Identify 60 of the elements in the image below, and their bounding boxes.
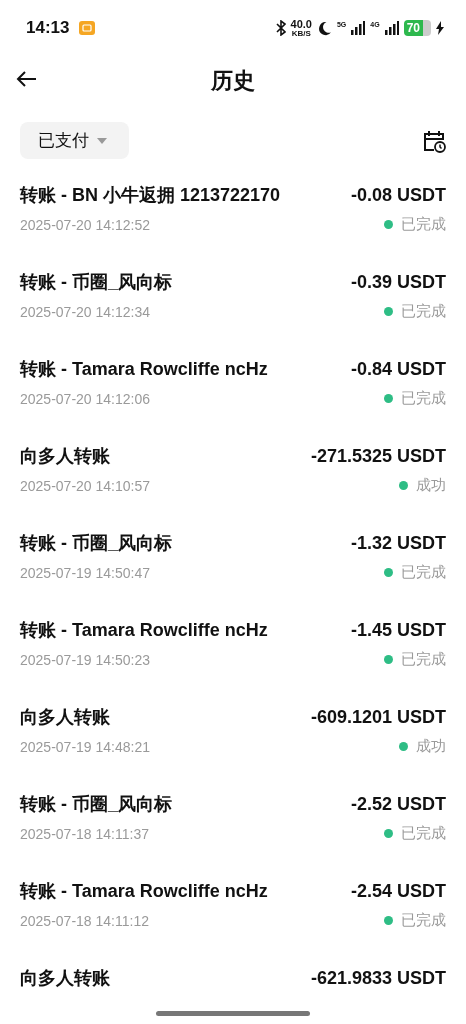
transaction-time: 2025-07-19 14:48:21	[20, 738, 150, 755]
transaction-status: 已完成	[401, 389, 446, 408]
status-dot-icon	[384, 916, 393, 925]
network-speed: 40.0	[290, 18, 312, 30]
transaction-time: 2025-07-19 14:50:47	[20, 564, 150, 581]
status-time: 14:13	[26, 18, 70, 38]
bluetooth-icon	[275, 20, 286, 36]
transaction-title: 转账 - 币圈_风向标	[20, 793, 172, 816]
transaction-amount: -271.5325 USDT	[310, 445, 446, 467]
transaction-amount: -609.1201 USDT	[310, 706, 446, 728]
transaction-amount: -1.45 USDT	[350, 619, 446, 641]
transaction-amount: -1.32 USDT	[350, 532, 446, 554]
transaction-status: 已完成	[401, 911, 446, 930]
transaction-amount: -621.9833 USDT	[310, 967, 446, 989]
transaction-title: 转账 - Tamara Rowcliffe ncHz	[20, 358, 268, 381]
transaction-status: 已完成	[401, 650, 446, 669]
status-dot-icon	[399, 481, 408, 490]
status-dot-icon	[384, 655, 393, 664]
signal-icon	[384, 21, 399, 35]
transaction-amount: -2.54 USDT	[350, 880, 446, 902]
status-dot-icon	[384, 394, 393, 403]
moon-icon	[316, 20, 332, 36]
transaction-status: 已完成	[401, 215, 446, 234]
transaction-time: 2025-07-18 14:11:12	[20, 912, 149, 929]
charging-icon	[436, 21, 444, 35]
transaction-amount: -2.52 USDT	[350, 793, 446, 815]
transaction-amount: -0.84 USDT	[350, 358, 446, 380]
calendar-icon[interactable]	[422, 128, 446, 153]
status-dot-icon	[384, 568, 393, 577]
signal-icon	[351, 21, 366, 35]
transaction-title: 向多人转账	[20, 967, 110, 990]
transaction-time: 2025-07-20 14:12:52	[20, 216, 150, 233]
status-dot-icon	[384, 220, 393, 229]
transaction-title: 转账 - Tamara Rowcliffe ncHz	[20, 880, 268, 903]
transaction-time: 2025-07-19 14:50:23	[20, 651, 150, 668]
caret-icon	[97, 137, 107, 144]
transaction-status: 已完成	[401, 824, 446, 843]
transaction-status: 已完成	[401, 563, 446, 582]
transaction-title: 转账 - 币圈_风向标	[20, 532, 172, 555]
transaction-title: 转账 - BN 小牛返拥 1213722170	[20, 184, 281, 207]
transaction-title: 向多人转账	[20, 445, 110, 468]
transaction-time: 2025-07-18 14:11:37	[20, 825, 149, 842]
transaction-status: 成功	[416, 737, 446, 756]
transaction-status: 成功	[416, 476, 446, 495]
status-dot-icon	[384, 307, 393, 316]
transaction-time: 2025-07-20 14:10:57	[20, 477, 150, 494]
transaction-title: 转账 - Tamara Rowcliffe ncHz	[20, 619, 268, 642]
transaction-amount: -0.39 USDT	[350, 271, 446, 293]
transaction-status: 已完成	[401, 302, 446, 321]
transaction-amount: -0.08 USDT	[350, 184, 446, 206]
status-dot-icon	[384, 829, 393, 838]
speed-unit: KB/S	[291, 29, 311, 38]
status-dot-icon	[399, 742, 408, 751]
mail-icon	[79, 20, 96, 36]
page-title: 历史	[211, 67, 255, 95]
transaction-title: 转账 - 币圈_风向标	[20, 271, 172, 294]
transaction-time: 2025-07-20 14:12:06	[20, 390, 150, 407]
filter-dropdown[interactable]: 已支付	[20, 122, 129, 159]
transaction-title: 向多人转账	[20, 706, 110, 729]
transaction-time: 2025-07-20 14:12:34	[20, 303, 150, 320]
